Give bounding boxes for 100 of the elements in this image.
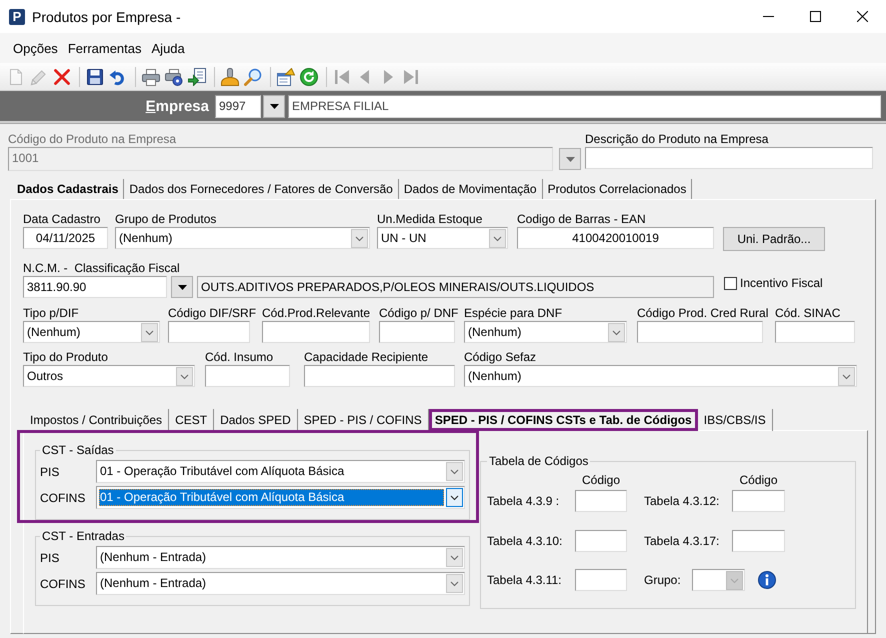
dropdown-button[interactable] [263, 94, 285, 118]
dropdown[interactable]: (Nenhum) [464, 321, 627, 343]
dropdown[interactable]: UN - UN [377, 227, 508, 249]
field-label: Tabela 4.3.10: [487, 534, 564, 548]
tab[interactable]: Produtos Correlacionados [542, 179, 692, 199]
stamp-icon[interactable] [221, 68, 239, 86]
input-field[interactable] [732, 490, 785, 512]
checkbox[interactable] [724, 276, 737, 290]
tab[interactable]: Dados de Movimentação [398, 179, 543, 199]
input-field[interactable] [575, 569, 627, 591]
group-title: Tabela de Códigos [488, 454, 590, 468]
chevron-down-icon[interactable] [838, 366, 855, 386]
dropdown[interactable]: (Nenhum - Entrada) [96, 546, 465, 569]
chevron-down-icon[interactable] [608, 322, 625, 342]
input-field[interactable]: 3811.90.90 [23, 276, 167, 298]
company-name-field[interactable]: EMPRESA FILIAL [288, 94, 881, 118]
field-label: PIS [40, 464, 60, 478]
input-field[interactable] [585, 147, 873, 169]
group-title: CST - Saídas [41, 443, 115, 457]
dropdown[interactable]: (Nenhum - Entrada) [96, 572, 465, 595]
window-title: Produtos por Empresa - [32, 8, 181, 24]
field-label: Cód.Prod.Relevante [262, 306, 370, 320]
field-label: Tipo do Produto [23, 350, 108, 364]
input-field[interactable] [304, 365, 455, 387]
field-label: Código do Produto na Empresa [8, 132, 176, 146]
group-title: CST - Entradas [41, 529, 126, 543]
input-field[interactable]: 04/11/2025 [23, 227, 108, 249]
field-label: Codigo de Barras - EAN [517, 212, 646, 226]
units-button[interactable]: Uni. Padrão... [723, 227, 825, 251]
text-selection: 01 - Operação Tributável com Alíquota Básica [99, 489, 444, 506]
input-field[interactable] [205, 365, 290, 387]
menu-item[interactable]: Ajuda [148, 38, 189, 58]
input-field[interactable] [732, 530, 785, 552]
input-field[interactable] [575, 490, 627, 512]
app-logo: P [9, 8, 25, 24]
column-header: Código [738, 473, 779, 487]
document-arrow-icon[interactable] [188, 68, 206, 86]
field-label: Tabela 4.3.11: [487, 573, 563, 587]
display-field: OUTS.ADITIVOS PREPARADOS,P/OLEOS MINERAIS/OUTS.LIQUIDOS [197, 276, 714, 298]
tab[interactable]: Dados dos Fornecedores / Fatores de Conversão [124, 179, 399, 199]
tab[interactable]: Dados SPED [214, 409, 298, 431]
field-label: Tipo p/DIF [23, 306, 79, 320]
field-label: Un.Medida Estoque [377, 212, 482, 226]
dropdown[interactable]: 01 - Operação Tributável com Alíquota Básica [96, 460, 465, 483]
menu-item[interactable]: Ferramentas [64, 38, 146, 58]
tab[interactable]: Dados Cadastrais [12, 179, 124, 199]
dropdown[interactable]: (Nenhum) [464, 365, 857, 387]
minimize-icon [763, 16, 774, 17]
field-label: Código Prod. Cred Rural [637, 306, 768, 320]
checkbox-label: Incentivo Fiscal [740, 276, 823, 290]
input-field[interactable] [379, 321, 455, 343]
input-field[interactable] [262, 321, 370, 343]
field-label: Tabela 4.3.9 : [487, 494, 560, 508]
column-header: Código [580, 473, 622, 487]
company-label: Empresa [144, 98, 209, 114]
printer-icon[interactable] [142, 68, 160, 86]
input-field[interactable]: 4100420010019 [517, 227, 714, 249]
triangle-down-icon [270, 104, 278, 108]
cross-icon[interactable] [53, 68, 71, 86]
company-code-field[interactable]: 9997 [215, 94, 261, 118]
search-icon[interactable] [244, 68, 262, 86]
field-label: Data Cadastro [23, 212, 100, 226]
tab[interactable]: IBS/CBS/IS [698, 409, 773, 431]
printer-gear-icon[interactable] [165, 68, 183, 86]
input-field[interactable] [637, 321, 763, 343]
info-icon[interactable] [758, 571, 776, 589]
close-icon [857, 11, 868, 22]
tab[interactable]: SPED - PIS / COFINS CSTs e Tab. de Códigos [428, 409, 698, 431]
input-field[interactable] [775, 321, 855, 343]
input-field[interactable] [575, 530, 627, 552]
field-label: Cód. Insumo [205, 350, 274, 364]
chevron-down-icon[interactable] [446, 488, 463, 507]
field-label: Descrição do Produto na Empresa [585, 132, 768, 146]
dropdown-button[interactable] [171, 276, 193, 298]
field-label: Capacidade Recipiente [304, 350, 428, 364]
input-field[interactable] [168, 321, 250, 343]
field-label: Grupo: [644, 573, 682, 587]
curved-arrow-icon[interactable] [109, 68, 127, 86]
window-arrow-icon[interactable] [277, 68, 295, 86]
dropdown[interactable]: Outros [23, 365, 195, 387]
field-label: COFINS [40, 490, 86, 504]
triangle-down-icon [178, 284, 186, 290]
dropdown[interactable]: (Nenhum) [23, 321, 160, 343]
chevron-down-icon[interactable] [141, 322, 158, 342]
dropdown[interactable]: 01 - Operação Tributável com Alíquota Básica [96, 486, 465, 509]
tab[interactable]: Impostos / Contribuições [24, 409, 170, 431]
maximize-icon [810, 11, 821, 22]
chevron-down-icon[interactable] [351, 228, 368, 248]
field-label: N.C.M. - Classificação Fiscal [23, 261, 180, 275]
tab[interactable]: SPED - PIS / COFINS [298, 409, 429, 431]
tab[interactable]: CEST [169, 409, 214, 431]
refresh-icon[interactable] [300, 68, 318, 86]
field-label: Código Sefaz [464, 350, 536, 364]
field-label: Tabela 4.3.17: [644, 534, 720, 548]
menu-item[interactable]: Opções [9, 38, 62, 58]
field-label: COFINS [40, 576, 86, 590]
dropdown[interactable]: (Nenhum) [115, 227, 370, 249]
field-label: Cód. SINAC [775, 306, 840, 320]
chevron-down-icon[interactable] [489, 228, 506, 248]
chevron-down-icon[interactable] [176, 366, 193, 386]
